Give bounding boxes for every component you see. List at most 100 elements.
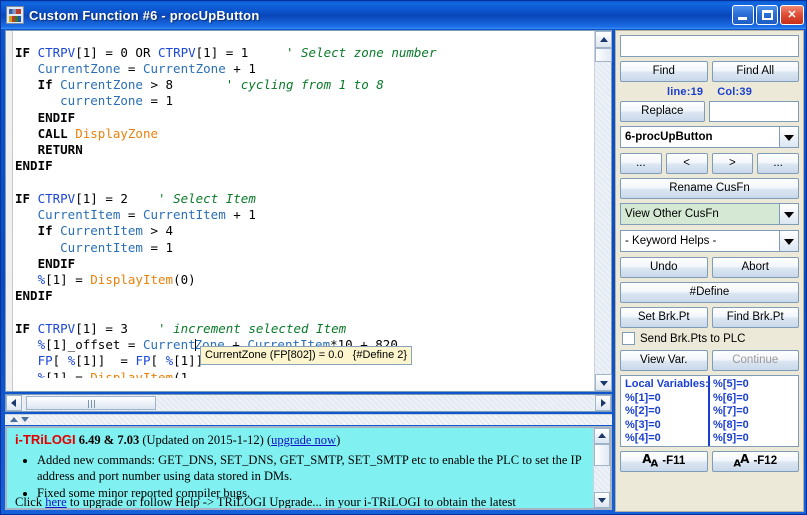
code-token: % [38, 272, 46, 287]
code-token: CurrentItem [143, 207, 226, 222]
code-token: CALL [15, 126, 75, 141]
nav-last-button[interactable]: ... [757, 153, 799, 174]
scroll-left-button[interactable] [6, 395, 22, 411]
news-version: 6.49 & 7.03 [79, 433, 139, 447]
editor-vertical-scrollbar[interactable] [594, 31, 611, 391]
find-button-row: Find Find All [620, 61, 799, 82]
continue-button[interactable]: Continue [712, 350, 800, 371]
chevron-right-icon [601, 399, 606, 407]
news-panel: i-TRiLOGI 6.49 & 7.03 (Updated on 2015-1… [5, 426, 612, 510]
code-text[interactable]: IF CTRPV[1] = 0 OR CTRPV[1] = 1 ' Select… [15, 45, 593, 378]
news-content: i-TRiLOGI 6.49 & 7.03 (Updated on 2015-1… [7, 428, 593, 508]
chevron-up-icon [598, 433, 606, 438]
decrease-font-button[interactable]: AA -F11 [620, 451, 708, 472]
news-scroll-up-button[interactable] [594, 428, 610, 444]
increase-font-button[interactable]: AA -F12 [712, 451, 800, 472]
find-breakpoint-button[interactable]: Find Brk.Pt [712, 307, 800, 328]
keyword-helps-value: - Keyword Helps - [625, 231, 716, 251]
find-input[interactable] [620, 35, 799, 57]
panel-splitter[interactable] [5, 414, 612, 425]
nav-next-button[interactable]: > [712, 153, 754, 174]
code-token: ' Select Item [158, 191, 256, 206]
code-token [15, 223, 38, 238]
find-button[interactable]: Find [620, 61, 708, 82]
replace-input[interactable] [709, 101, 800, 122]
send-breakpoints-row[interactable]: Send Brk.Pts to PLC [622, 332, 799, 345]
send-breakpoints-checkbox[interactable] [622, 332, 635, 345]
scroll-down-button[interactable] [595, 374, 612, 391]
find-all-button[interactable]: Find All [712, 61, 800, 82]
code-token: ' increment selected Item [158, 321, 346, 336]
hscroll-thumb[interactable] [26, 396, 156, 410]
code-token: [1]] = [75, 353, 135, 368]
news-vertical-scrollbar[interactable] [593, 428, 610, 508]
define-button[interactable]: #Define [620, 282, 799, 303]
here-link[interactable]: here [45, 495, 67, 509]
replace-button[interactable]: Replace [620, 101, 705, 122]
view-variables-button[interactable]: View Var. [620, 350, 708, 371]
news-footer-pre: Click [15, 495, 45, 509]
code-token: CurrentZone [38, 61, 121, 76]
close-button[interactable]: ✕ [780, 5, 804, 25]
title-bar: Custom Function #6 - procUpButton ✕ [1, 1, 807, 29]
code-token [15, 207, 38, 222]
code-editor[interactable]: IF CTRPV[1] = 0 OR CTRPV[1] = 1 ' Select… [5, 30, 612, 392]
minimize-button[interactable] [732, 5, 754, 25]
vscroll-track[interactable] [595, 48, 611, 374]
scroll-up-button[interactable] [595, 31, 612, 48]
list-item: %[6]=0 [713, 392, 749, 406]
scroll-right-button[interactable] [595, 395, 611, 411]
news-vscroll-thumb[interactable] [594, 444, 610, 466]
font-increase-icon: AA [733, 451, 748, 472]
code-token: [1] = 2 [75, 191, 158, 206]
code-token [15, 337, 38, 352]
code-token [15, 61, 38, 76]
upgrade-now-link[interactable]: upgrade now [271, 433, 336, 447]
code-token: % [166, 353, 174, 368]
code-token: ' cycling from 1 to 8 [226, 77, 384, 92]
chevron-down-icon[interactable] [779, 231, 798, 251]
replace-row: Replace [620, 101, 799, 122]
news-footer: Click here to upgrade or follow Help -> … [15, 494, 516, 510]
nav-first-button[interactable]: ... [620, 153, 662, 174]
maximize-button[interactable] [756, 5, 778, 25]
editor-horizontal-scrollbar[interactable] [5, 394, 612, 412]
list-item: Added new commands: GET_DNS, SET_DNS, GE… [37, 452, 587, 484]
view-other-cusfn-value: View Other CusFn [625, 204, 719, 224]
keyword-helps-select[interactable]: - Keyword Helps - [620, 230, 799, 252]
variables-column-2: %[5]=0 %[6]=0 %[7]=0 %[8]=0 %[9]=0 [713, 378, 749, 446]
increase-font-label: -F12 [753, 452, 777, 471]
splitter-up-icon[interactable] [10, 417, 18, 422]
news-brand: i-TRiLOGI [15, 432, 76, 447]
set-breakpoint-button[interactable]: Set Brk.Pt [620, 307, 708, 328]
nav-prev-button[interactable]: < [666, 153, 708, 174]
code-token: = [120, 61, 143, 76]
code-token: DisplayZone [75, 126, 158, 141]
view-other-cusfn-select[interactable]: View Other CusFn [620, 203, 799, 225]
line-number: line:19 [667, 86, 703, 98]
chevron-down-icon[interactable] [779, 204, 798, 224]
code-token: ENDIF [15, 110, 75, 125]
code-token: CurrentZone [143, 61, 226, 76]
code-token: = 1 [143, 93, 173, 108]
code-token: FP [135, 353, 150, 368]
news-scroll-down-button[interactable] [594, 492, 610, 508]
function-select[interactable]: 6-procUpButton [620, 126, 799, 148]
abort-button[interactable]: Abort [712, 257, 800, 278]
code-token [15, 272, 38, 287]
code-token: CurrentItem [60, 240, 143, 255]
code-token: ENDIF [15, 158, 53, 173]
code-token: = 1 [143, 240, 173, 255]
news-footer-post: to upgrade or follow Help -> TRiLOGI Upg… [67, 495, 516, 509]
splitter-down-icon[interactable] [21, 417, 29, 422]
navigation-row: ... < > ... [620, 153, 799, 174]
code-token: FP [38, 353, 53, 368]
vscroll-thumb[interactable] [595, 48, 612, 62]
rename-cusfn-button[interactable]: Rename CusFn [620, 178, 799, 199]
list-item: %[3]=0 [625, 419, 709, 433]
code-token: % [38, 337, 46, 352]
code-token: If [38, 223, 61, 238]
undo-button[interactable]: Undo [620, 257, 708, 278]
chevron-down-icon[interactable] [779, 127, 798, 147]
code-token: [ [151, 353, 166, 368]
